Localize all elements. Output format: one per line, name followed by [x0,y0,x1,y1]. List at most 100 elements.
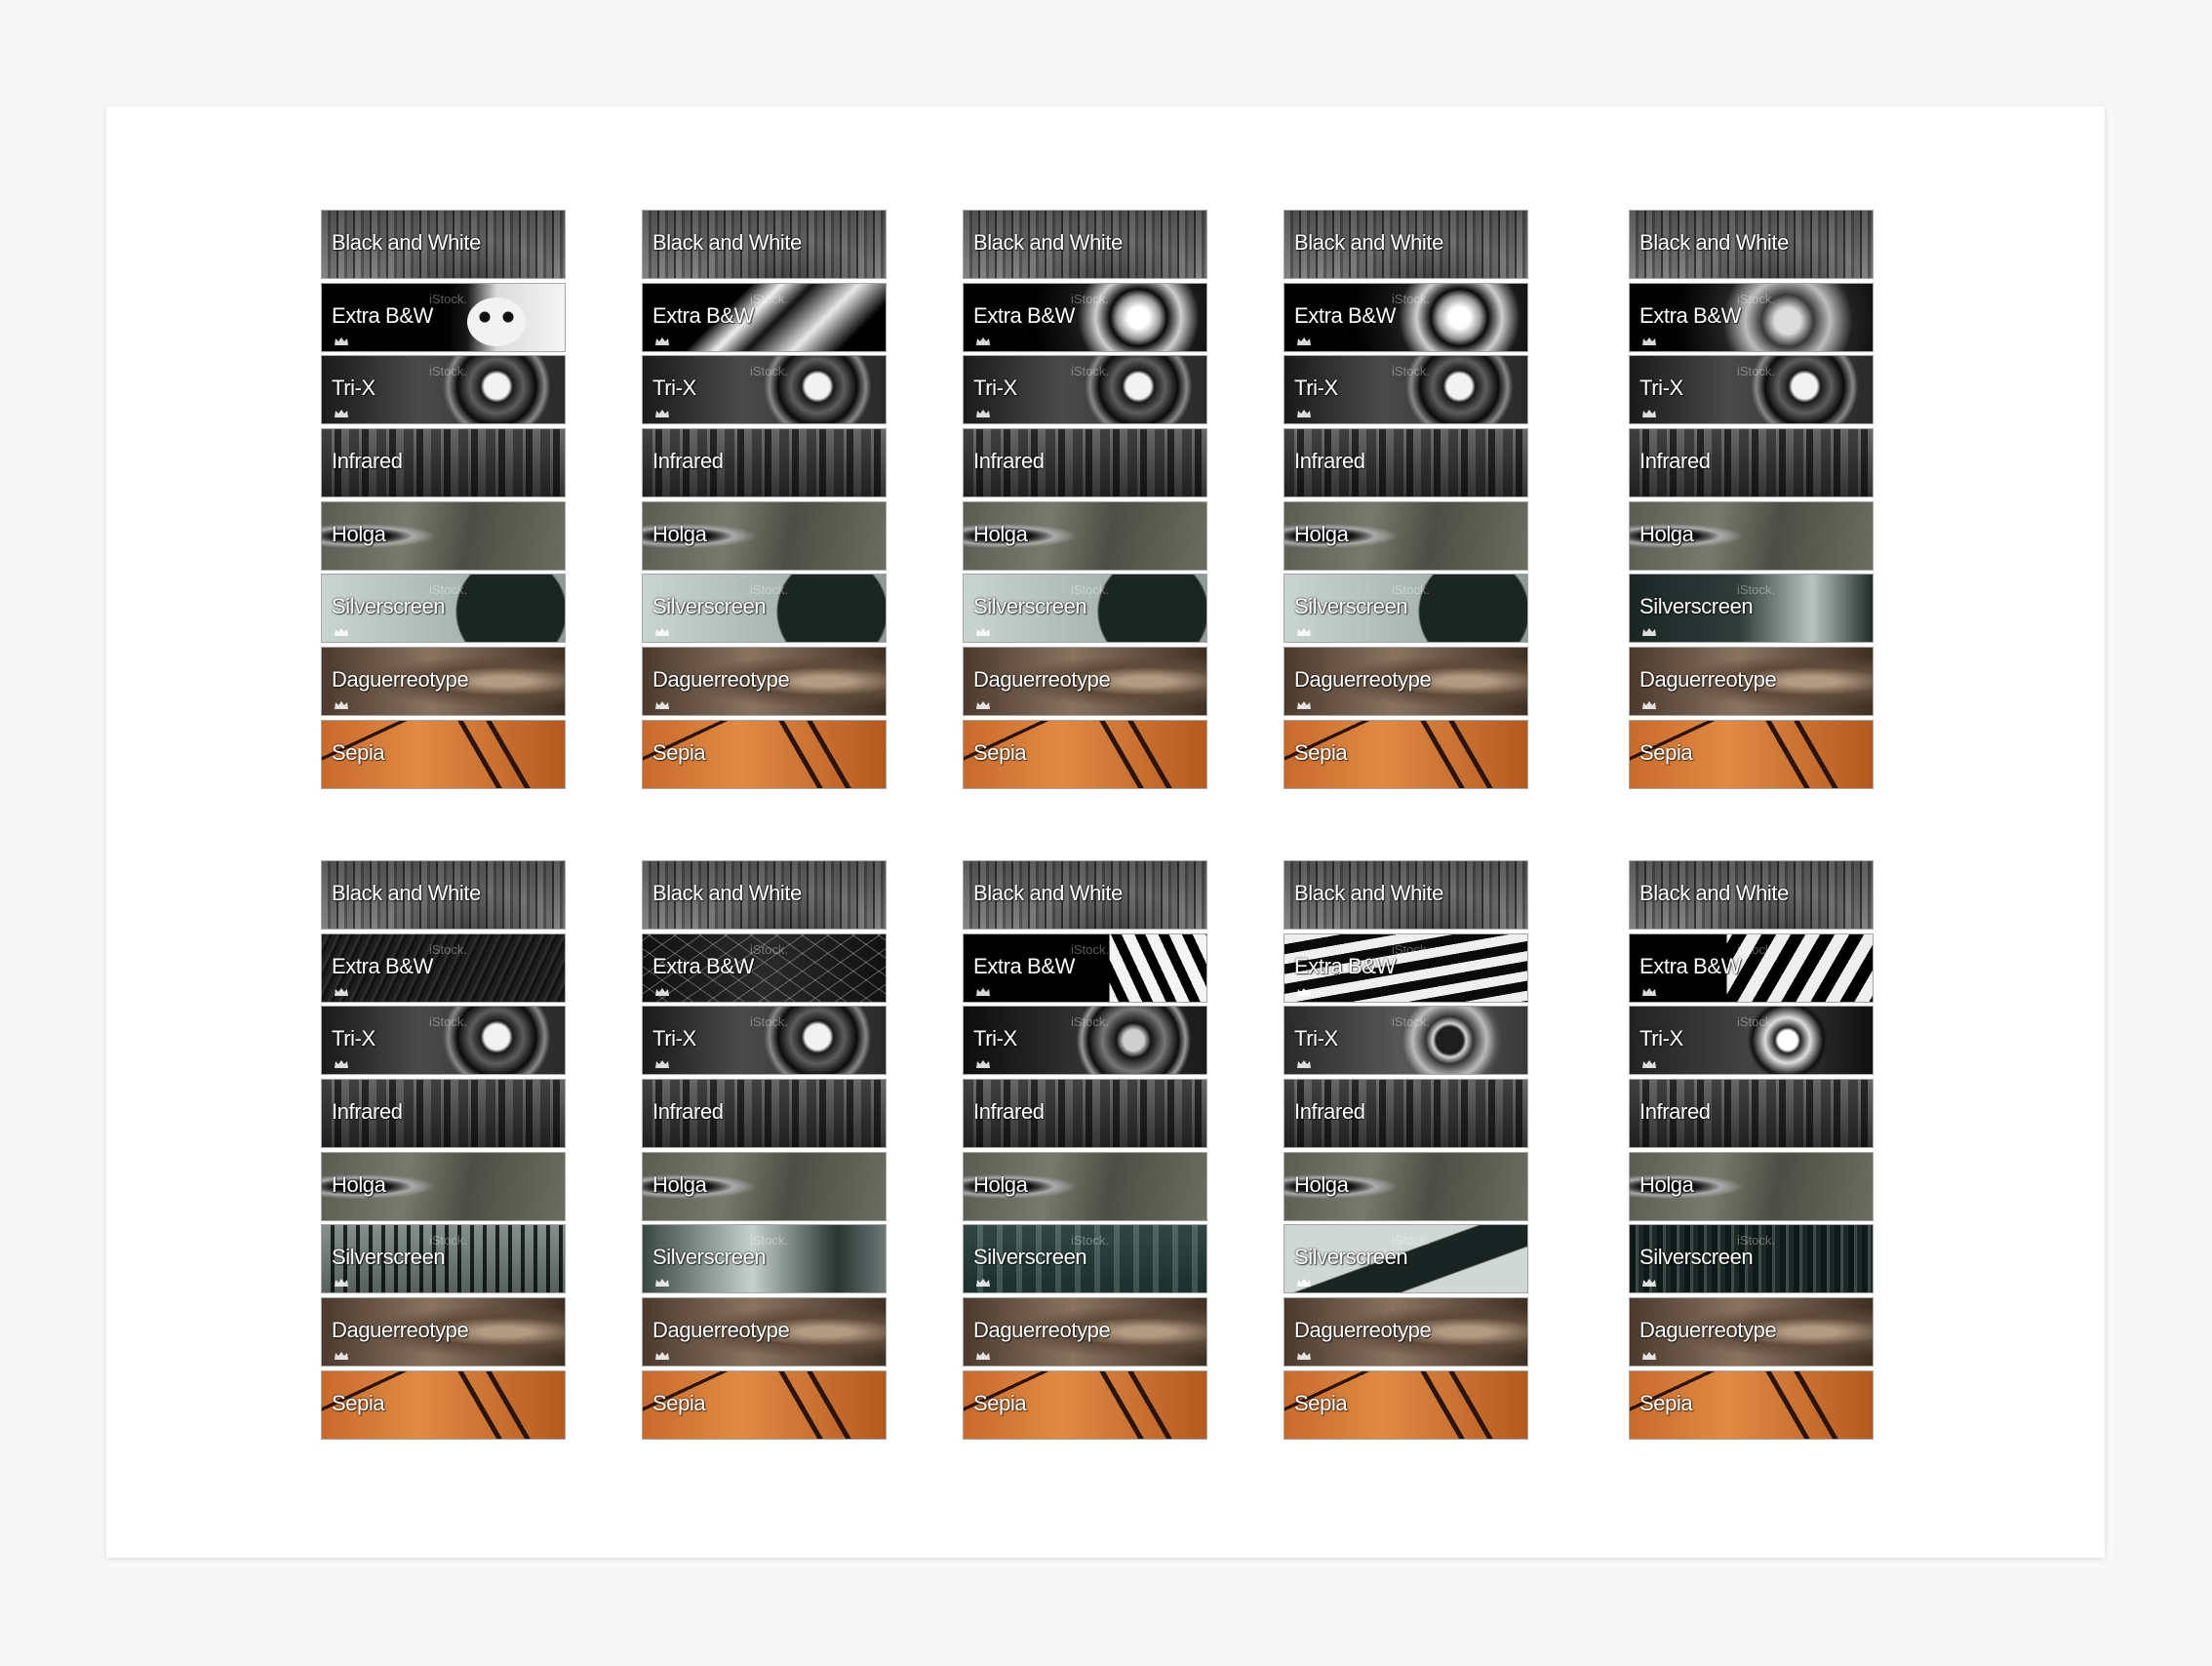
effect-tile-bw[interactable]: Black and White [1629,210,1874,279]
effect-tile-sepia[interactable]: Sepia [1629,719,1874,789]
effect-tile-ir[interactable]: Infrared [1284,428,1528,498]
effect-tile-xbw[interactable]: iStock. Extra B&W [1284,282,1528,352]
crown-icon [335,987,348,996]
effect-tile-ss[interactable]: iStock. Silverscreen [1284,574,1528,644]
effect-label: Daguerreotype [652,667,790,693]
effect-tile-sepia[interactable]: Sepia [321,1369,566,1440]
effect-tile-trix[interactable]: iStock. Tri-X [1629,355,1874,425]
effect-tile-holga[interactable]: Holga [321,1151,566,1221]
effect-tile-xbw[interactable]: iStock. Extra B&W [321,282,566,352]
effect-tile-xbw[interactable]: iStock. Extra B&W [321,932,566,1003]
effect-tile-ss[interactable]: iStock. Silverscreen [321,574,566,644]
effect-label: Silverscreen [1639,1245,1754,1270]
effect-tile-dag[interactable]: Daguerreotype [321,647,566,717]
effect-tile-ss[interactable]: iStock. Silverscreen [1284,1224,1528,1294]
effect-label: Sepia [1294,739,1348,765]
effect-label: Silverscreen [1294,1245,1408,1270]
crown-icon [1642,628,1656,637]
effect-tile-trix[interactable]: iStock. Tri-X [321,1006,566,1076]
effect-tile-holga[interactable]: Holga [963,1151,1207,1221]
effect-label: Tri-X [1294,1026,1338,1051]
effect-tile-xbw[interactable]: iStock. Extra B&W [1629,932,1874,1003]
effect-tile-trix[interactable]: iStock. Tri-X [321,355,566,425]
effect-tile-xbw[interactable]: iStock. Extra B&W [1629,282,1874,352]
effect-tile-ir[interactable]: Infrared [642,1079,887,1149]
effect-tile-ss[interactable]: iStock. Silverscreen [1629,1224,1874,1294]
effect-tile-ss[interactable]: iStock. Silverscreen [642,1224,887,1294]
effect-label: Daguerreotype [1294,1318,1432,1343]
effect-tile-bw[interactable]: Black and White [642,860,887,930]
effect-tile-dag[interactable]: Daguerreotype [963,1297,1207,1368]
effect-tile-bw[interactable]: Black and White [1284,860,1528,930]
effect-tile-holga[interactable]: Holga [1629,500,1874,571]
effect-label: Sepia [652,1390,706,1415]
effect-tile-xbw[interactable]: iStock. Extra B&W [963,932,1207,1003]
effect-tile-ir[interactable]: Infrared [642,428,887,498]
effect-tile-sepia[interactable]: Sepia [963,1369,1207,1440]
effect-tile-ir[interactable]: Infrared [321,428,566,498]
effect-tile-sepia[interactable]: Sepia [963,719,1207,789]
effect-tile-trix[interactable]: iStock. Tri-X [963,355,1207,425]
effect-label: Holga [332,521,386,546]
effect-label: Holga [1639,521,1694,546]
effect-tile-holga[interactable]: Holga [642,500,887,571]
effect-tile-bw[interactable]: Black and White [321,860,566,930]
effect-label: Sepia [1639,1390,1693,1415]
effect-tile-ss[interactable]: iStock. Silverscreen [321,1224,566,1294]
effect-tile-sepia[interactable]: Sepia [642,1369,887,1440]
effect-label: Sepia [1294,1390,1348,1415]
effect-tile-dag[interactable]: Daguerreotype [642,647,887,717]
effect-tile-xbw[interactable]: iStock. Extra B&W [963,282,1207,352]
effect-tile-dag[interactable]: Daguerreotype [963,647,1207,717]
effect-tile-sepia[interactable]: Sepia [321,719,566,789]
effect-tile-bw[interactable]: Black and White [642,210,887,279]
effect-tile-xbw[interactable]: iStock. Extra B&W [1284,932,1528,1003]
effect-tile-ir[interactable]: Infrared [1284,1079,1528,1149]
effect-tile-holga[interactable]: Holga [1284,1151,1528,1221]
effect-tile-bw[interactable]: Black and White [963,860,1207,930]
effect-tile-trix[interactable]: iStock. Tri-X [1284,1006,1528,1076]
crown-icon [976,987,990,996]
effect-stack-1-1: Black and White iStock. Extra B&W iStock. Tr… [321,210,566,789]
effect-tile-trix[interactable]: iStock. Tri-X [1629,1006,1874,1076]
effect-tile-dag[interactable]: Daguerreotype [1284,1297,1528,1368]
effect-tile-ir[interactable]: Infrared [963,1079,1207,1149]
effect-label: Black and White [332,230,481,255]
effect-tile-trix[interactable]: iStock. Tri-X [642,355,887,425]
crown-icon [655,410,669,418]
effect-tile-sepia[interactable]: Sepia [1284,1369,1528,1440]
effect-tile-holga[interactable]: Holga [321,500,566,571]
effect-tile-bw[interactable]: Black and White [963,210,1207,279]
effect-tile-sepia[interactable]: Sepia [642,719,887,789]
effect-tile-dag[interactable]: Daguerreotype [1284,647,1528,717]
crown-icon [335,1352,348,1361]
effect-tile-ss[interactable]: iStock. Silverscreen [963,574,1207,644]
effect-tile-holga[interactable]: Holga [963,500,1207,571]
effect-label: Black and White [973,881,1123,905]
effect-tile-ir[interactable]: Infrared [321,1079,566,1149]
effect-tile-xbw[interactable]: iStock. Extra B&W [642,932,887,1003]
effect-tile-holga[interactable]: Holga [642,1151,887,1221]
effect-tile-bw[interactable]: Black and White [1629,860,1874,930]
effect-tile-dag[interactable]: Daguerreotype [1629,1297,1874,1368]
effect-tile-holga[interactable]: Holga [1629,1151,1874,1221]
effect-tile-ss[interactable]: iStock. Silverscreen [642,574,887,644]
effect-tile-sepia[interactable]: Sepia [1284,719,1528,789]
effect-tile-dag[interactable]: Daguerreotype [321,1297,566,1368]
effect-tile-dag[interactable]: Daguerreotype [642,1297,887,1368]
effect-tile-xbw[interactable]: iStock. Extra B&W [642,282,887,352]
effect-tile-holga[interactable]: Holga [1284,500,1528,571]
effect-tile-ir[interactable]: Infrared [1629,1079,1874,1149]
effect-tile-trix[interactable]: iStock. Tri-X [642,1006,887,1076]
effect-tile-trix[interactable]: iStock. Tri-X [1284,355,1528,425]
effect-tile-bw[interactable]: Black and White [1284,210,1528,279]
effect-tile-bw[interactable]: Black and White [321,210,566,279]
effect-tile-ir[interactable]: Infrared [963,428,1207,498]
watermark-text: iStock. [1392,364,1431,379]
effect-tile-dag[interactable]: Daguerreotype [1629,647,1874,717]
effect-tile-ss[interactable]: iStock. Silverscreen [963,1224,1207,1294]
effect-tile-sepia[interactable]: Sepia [1629,1369,1874,1440]
effect-tile-trix[interactable]: iStock. Tri-X [963,1006,1207,1076]
effect-tile-ir[interactable]: Infrared [1629,428,1874,498]
effect-tile-ss[interactable]: iStock. Silverscreen [1629,574,1874,644]
